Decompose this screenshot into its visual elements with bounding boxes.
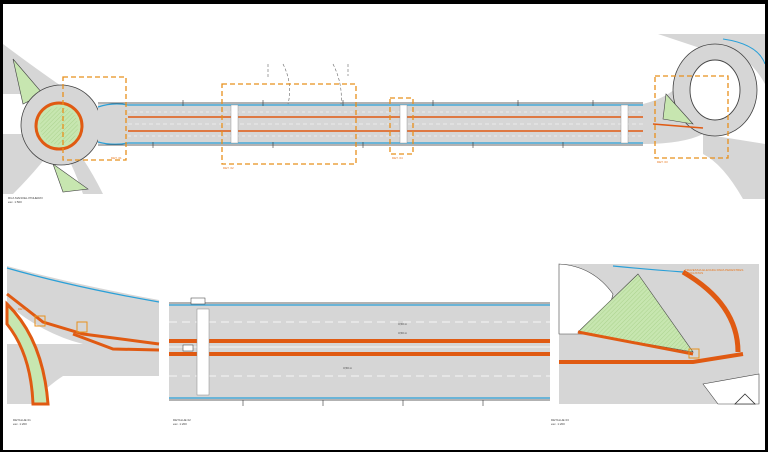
plan-scale: esc. 1:500	[8, 200, 22, 204]
d2-poles	[242, 400, 484, 406]
paper: RUA MANOEL PINHEIRO esc. 1:500 DET. 01 D…	[3, 4, 765, 450]
left-roundabout-hatch	[40, 107, 78, 145]
plan-view	[3, 34, 765, 199]
d2-refuge	[182, 344, 194, 352]
detail-01	[5, 264, 160, 406]
d2-dim-3: 3,50 m	[343, 366, 353, 370]
crossing-1	[230, 104, 239, 144]
d2-dim-1: 3,50 m	[398, 322, 408, 326]
detail-02-scale: esc. 1:200	[173, 422, 187, 426]
d2-road	[169, 304, 550, 399]
callout-label-det-04: DET. 04	[392, 156, 403, 160]
detail-03-scale: esc. 1:200	[551, 422, 565, 426]
callout-label-det-01: DET. 01	[111, 156, 122, 160]
d2-dim-2: 3,50 m	[398, 331, 408, 335]
d2-crossing	[196, 308, 210, 396]
right-roundabout-island	[689, 59, 741, 121]
detail-02	[169, 297, 550, 406]
crossing-3	[620, 104, 629, 144]
detail-01-scale: esc. 1:200	[13, 422, 27, 426]
d3-note: TRAVESSIA ELEVADA PARA PEDESTRES E CICLI…	[685, 268, 744, 276]
drawing-canvas	[3, 34, 765, 406]
callout-label-det-03: DET. 03	[657, 160, 668, 164]
callout-label-det-02: DET. 02	[223, 166, 234, 170]
d2-sign-box	[190, 297, 206, 305]
right-road-south	[703, 134, 765, 199]
d1-tag: DET. 01	[18, 307, 29, 311]
crossing-2	[399, 104, 408, 144]
detail-03	[558, 263, 760, 405]
drawing-sheet: RUA MANOEL PINHEIRO esc. 1:500 DET. 01 D…	[0, 0, 768, 452]
